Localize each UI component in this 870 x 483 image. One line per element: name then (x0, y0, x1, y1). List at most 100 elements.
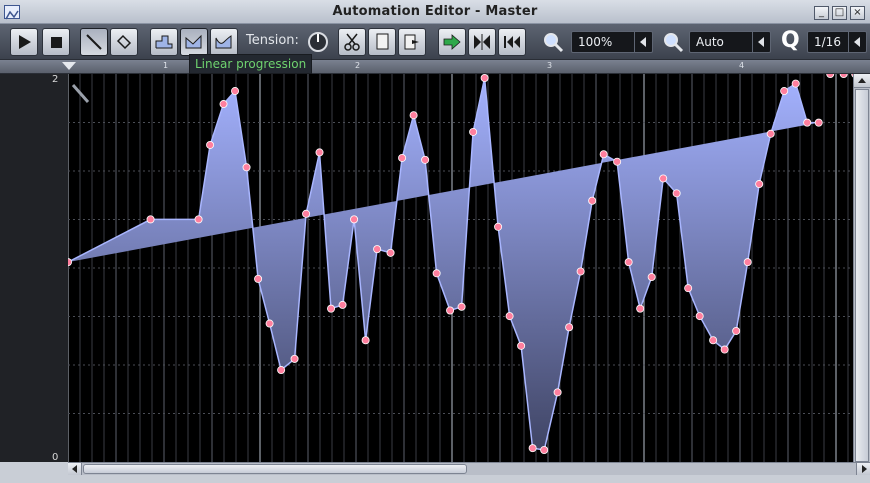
automation-point[interactable] (576, 267, 585, 276)
erase-mode-button[interactable] (110, 28, 138, 56)
discrete-progression-button[interactable] (150, 28, 178, 56)
automation-point[interactable] (327, 304, 336, 313)
play-icon (19, 35, 31, 49)
automation-point[interactable] (457, 302, 466, 311)
maximize-button[interactable]: □ (832, 6, 847, 20)
rewind-button[interactable] (498, 28, 526, 56)
automation-point[interactable] (755, 180, 764, 189)
vertical-scroll-thumb[interactable] (855, 89, 869, 462)
scale-max-label: 2 (52, 74, 59, 85)
playhead-marker-icon[interactable] (62, 62, 76, 72)
automation-point[interactable] (613, 157, 622, 166)
automation-point[interactable] (254, 274, 263, 283)
automation-point[interactable] (219, 100, 228, 109)
automation-point[interactable] (826, 74, 835, 78)
automation-point[interactable] (599, 150, 608, 159)
automation-point[interactable] (361, 336, 370, 345)
play-button[interactable] (10, 28, 38, 56)
vertical-scrollbar[interactable] (853, 74, 870, 462)
automation-point[interactable] (565, 323, 574, 332)
automation-point[interactable] (780, 87, 789, 96)
automation-point[interactable] (517, 341, 526, 350)
zoom-y-value: Auto (696, 35, 724, 49)
automation-point[interactable] (732, 326, 741, 335)
zoom-x-value: 100% (578, 35, 613, 49)
automation-point[interactable] (803, 118, 812, 127)
copy-icon (376, 33, 389, 50)
automation-point[interactable] (766, 129, 775, 138)
automation-point[interactable] (695, 312, 704, 321)
quantization-icon: Q (781, 28, 800, 53)
automation-point[interactable] (636, 304, 645, 313)
play-automation-button[interactable] (438, 28, 466, 56)
cubic-hermite-progression-icon (215, 35, 232, 49)
draw-mode-button[interactable] (80, 28, 108, 56)
automation-point[interactable] (373, 245, 382, 254)
copy-button[interactable] (368, 28, 396, 56)
automation-point[interactable] (709, 336, 718, 345)
automation-point[interactable] (672, 189, 681, 198)
automation-point[interactable] (302, 209, 311, 218)
zoom-y-select[interactable]: Auto (689, 31, 771, 53)
timeline-ruler[interactable]: 1 2 3 4 (0, 60, 870, 74)
quantization-select[interactable]: 1/16 (807, 31, 867, 53)
automation-point[interactable] (432, 269, 441, 278)
horizontal-scroll-thumb[interactable] (83, 464, 467, 474)
zoom-y-icon (664, 33, 684, 53)
automation-point[interactable] (553, 388, 562, 397)
automation-point[interactable] (743, 258, 752, 267)
automation-point[interactable] (494, 222, 503, 231)
eraser-icon (116, 34, 132, 50)
automation-point[interactable] (315, 148, 324, 157)
automation-point[interactable] (624, 258, 633, 267)
tension-knob[interactable] (307, 31, 329, 53)
automation-point[interactable] (659, 174, 668, 183)
automation-point[interactable] (350, 215, 359, 224)
cubic-hermite-progression-button[interactable] (210, 28, 238, 56)
automation-point[interactable] (528, 444, 537, 453)
cut-button[interactable] (338, 28, 366, 56)
automation-point[interactable] (386, 248, 395, 257)
automation-point[interactable] (720, 345, 729, 354)
paste-button[interactable] (398, 28, 426, 56)
automation-point[interactable] (206, 140, 215, 149)
automation-point[interactable] (194, 215, 203, 224)
automation-point[interactable] (421, 155, 430, 164)
horizontal-scrollbar[interactable] (68, 462, 870, 475)
automation-point[interactable] (540, 445, 549, 454)
minimize-button[interactable]: _ (814, 6, 829, 20)
automation-point[interactable] (480, 74, 489, 82)
scroll-left-button[interactable] (68, 463, 82, 475)
zoom-x-select[interactable]: 100% (571, 31, 653, 53)
automation-point[interactable] (290, 354, 299, 363)
tooltip: Linear progression (189, 54, 313, 74)
automation-point[interactable] (68, 258, 72, 267)
automation-point[interactable] (814, 118, 823, 127)
automation-point[interactable] (791, 79, 800, 88)
automation-point[interactable] (409, 111, 418, 120)
automation-point[interactable] (277, 366, 286, 375)
automation-point[interactable] (338, 300, 347, 309)
close-button[interactable]: × (850, 6, 865, 20)
automation-point[interactable] (588, 196, 597, 205)
linear-progression-button[interactable] (180, 28, 208, 56)
automation-point[interactable] (146, 215, 155, 224)
automation-graph[interactable] (68, 74, 853, 462)
stop-button[interactable] (42, 28, 70, 56)
scroll-right-button[interactable] (856, 463, 870, 475)
automation-point[interactable] (446, 306, 455, 315)
automation-point[interactable] (231, 87, 240, 96)
automation-point[interactable] (505, 312, 514, 321)
automation-point[interactable] (398, 153, 407, 162)
automation-point[interactable] (684, 284, 693, 293)
flip-button[interactable] (468, 28, 496, 56)
automation-point[interactable] (469, 127, 478, 136)
automation-point[interactable] (242, 163, 251, 172)
bar-number: 1 (163, 61, 169, 70)
window-title: Automation Editor - Master (332, 4, 538, 19)
automation-point[interactable] (265, 319, 274, 328)
scroll-up-button[interactable] (854, 74, 870, 88)
chevron-left-icon (848, 32, 866, 52)
automation-point[interactable] (647, 273, 656, 282)
automation-point[interactable] (839, 74, 848, 78)
